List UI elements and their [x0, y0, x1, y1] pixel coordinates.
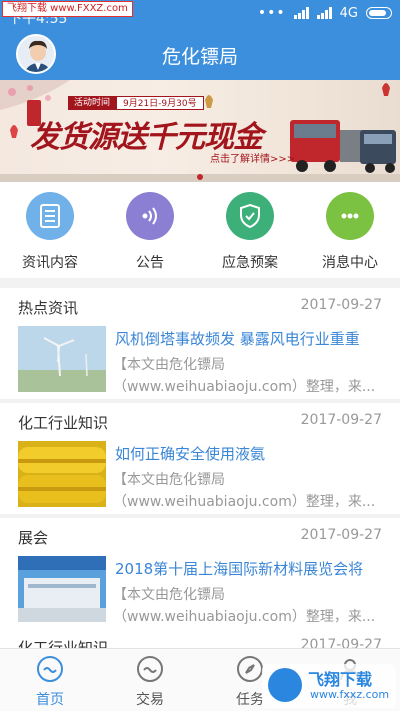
more-dots-icon: •••: [257, 5, 286, 21]
tab-home-label: 首页: [36, 692, 64, 708]
section-title: 热点资讯: [18, 299, 79, 317]
quick-menu: 资讯内容 公告 应急预案 消息中心: [0, 182, 400, 278]
app-header: 危化镖局: [0, 28, 400, 80]
page-title: 危化镖局: [161, 46, 238, 68]
battery-icon: [366, 7, 392, 19]
watermark-bottom: 飞翔下载 www.fxxz.com: [262, 664, 396, 708]
news-section-partial[interactable]: 化工行业知识 2017-09-27: [0, 628, 400, 648]
summary-line-2: （www.weihuabiaoju.com）整理，来...: [113, 494, 376, 510]
shield-check-icon: [226, 192, 274, 240]
tab-trade-label: 交易: [136, 692, 164, 708]
compass-icon: [236, 655, 264, 683]
news-thumbnail[interactable]: [18, 326, 106, 392]
news-summary: 【本文由危化镖局 （www.weihuabiaoju.com）整理，来...: [113, 584, 390, 628]
news-summary: 【本文由危化镖局 （www.weihuabiaoju.com）整理，来...: [113, 354, 390, 398]
quick-news-label: 资讯内容: [22, 255, 78, 271]
news-thumbnail[interactable]: [18, 441, 106, 507]
news-headline[interactable]: 2018第十届上海国际新材料展览会将: [115, 558, 390, 579]
news-headline[interactable]: 如何正确安全使用液氨: [115, 443, 390, 464]
tab-trade[interactable]: 交易: [115, 655, 185, 709]
section-date: 2017-09-27: [300, 297, 382, 313]
summary-line-1: 【本文由危化镖局: [113, 472, 225, 488]
section-title: 展会: [18, 529, 49, 547]
document-icon: [26, 192, 74, 240]
watermark-top: 飞翔下载 www.FXXZ.com: [2, 1, 133, 17]
status-bar: 下午4:55 飞翔下载 www.FXXZ.com ••• 4G: [0, 0, 400, 28]
section-date: 2017-09-27: [300, 637, 382, 648]
section-title: 化工行业知识: [18, 414, 109, 432]
section-title: 化工行业知识: [18, 639, 109, 648]
summary-line-2: （www.weihuabiaoju.com）整理，来...: [113, 379, 376, 395]
summary-line-2: （www.weihuabiaoju.com）整理，来...: [113, 609, 376, 625]
watermark-url: www.fxxz.com: [310, 688, 390, 701]
summary-line-1: 【本文由危化镖局: [113, 587, 225, 603]
news-section-hot[interactable]: 热点资讯 2017-09-27 风机倒塔事故频发 暴露风电行业重重 【本文由危化…: [0, 288, 400, 399]
banner-date: 9月21日-9月30号: [116, 96, 204, 110]
quick-news[interactable]: 资讯内容: [5, 192, 95, 272]
quick-emergency-label: 应急预案: [222, 255, 278, 271]
news-thumbnail[interactable]: [18, 556, 106, 622]
news-section-chem[interactable]: 化工行业知识 2017-09-27 如何正确安全使用液氨 【本文由危化镖局 （w…: [0, 403, 400, 514]
banner-more-link[interactable]: 点击了解详情>>>: [210, 150, 295, 165]
quick-emergency[interactable]: 应急预案: [205, 192, 295, 272]
quick-notice-label: 公告: [136, 255, 164, 271]
home-icon: [36, 655, 64, 683]
watermark-logo-icon: [268, 668, 302, 702]
quick-messages-label: 消息中心: [322, 255, 378, 271]
tab-home[interactable]: 首页: [15, 655, 85, 709]
chat-bubble-icon: [326, 192, 374, 240]
watermark-title: 飞翔下载: [308, 670, 373, 689]
news-section-expo[interactable]: 展会 2017-09-27 2018第十届上海国际新材料展览会将 【本文由危化镖…: [0, 518, 400, 629]
summary-line-1: 【本文由危化镖局: [113, 357, 225, 373]
network-type: 4G: [339, 5, 358, 21]
broadcast-icon: [126, 192, 174, 240]
cell-signal-icon: [316, 7, 332, 19]
quick-messages[interactable]: 消息中心: [305, 192, 395, 272]
section-date: 2017-09-27: [300, 527, 382, 543]
wifi-signal-icon: [293, 7, 309, 19]
news-headline[interactable]: 风机倒塔事故频发 暴露风电行业重重: [115, 328, 390, 349]
trade-icon: [136, 655, 164, 683]
banner-tag: 活动时间: [68, 96, 117, 110]
section-date: 2017-09-27: [300, 412, 382, 428]
quick-notice[interactable]: 公告: [105, 192, 195, 272]
news-summary: 【本文由危化镖局 （www.weihuabiaoju.com）整理，来...: [113, 469, 390, 513]
promo-banner[interactable]: 活动时间 9月21日-9月30号 发货源送千元现金 点击了解详情>>>: [0, 80, 400, 182]
